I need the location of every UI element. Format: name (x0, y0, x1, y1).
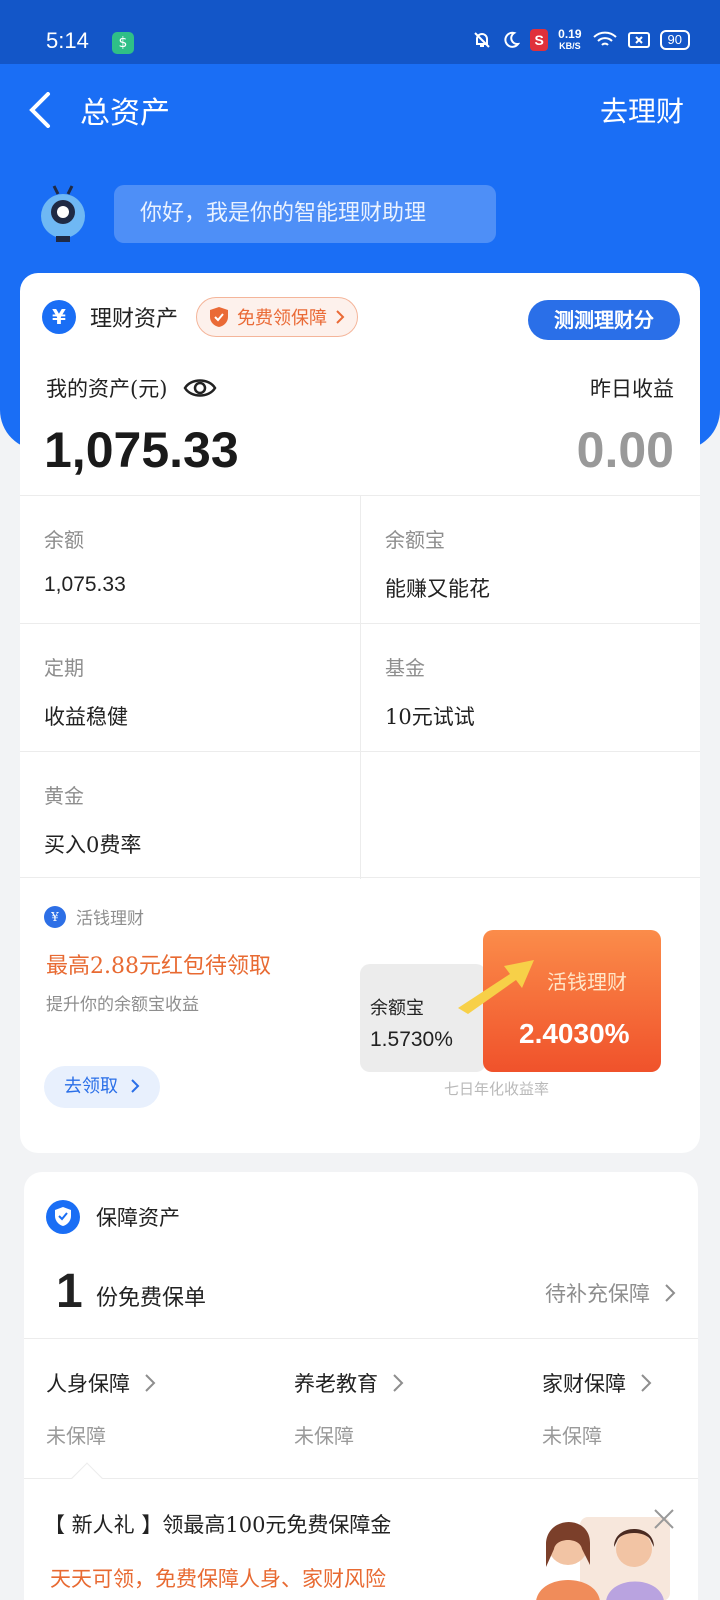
asset-label: 黄金 (44, 784, 84, 808)
assistant-greeting[interactable]: 你好，我是你的智能理财助理 (114, 185, 496, 243)
chevron-right-icon (393, 1374, 404, 1392)
promo-subtitle: 提升你的余额宝收益 (46, 995, 199, 1015)
insurance-item-label: 家财保障 (542, 1372, 626, 1396)
asset-fund[interactable]: 基金 10元试试 (360, 624, 700, 751)
security-app-icon: S (530, 29, 549, 51)
pending-coverage-link[interactable]: 待补充保障 (545, 1278, 676, 1308)
asset-balance[interactable]: 余额 1,075.33 (20, 496, 360, 623)
new-user-gift-banner[interactable]: 【 新人礼 】领最高100元免费保障金 天天可领，免费保障人身、家财风险 (24, 1462, 698, 1600)
flexible-rate-value: 2.4030% (519, 1018, 630, 1049)
free-coverage-badge[interactable]: 免费领保障 (196, 297, 359, 337)
insurance-item-label: 人身保障 (46, 1372, 130, 1396)
assistant-robot-icon[interactable] (36, 184, 90, 244)
asset-value: 1,075.33 (44, 573, 126, 596)
asset-label: 定期 (44, 656, 84, 680)
insurance-item-status: 未保障 (294, 1424, 354, 1448)
my-assets-label-row: 我的资产(元) (46, 373, 217, 403)
shield-icon (210, 307, 229, 327)
claim-button-label: 去领取 (64, 1076, 118, 1097)
status-bar: 5:14 $ S 0.19 KB/S 90 (0, 0, 720, 64)
asset-label: 余额 (44, 528, 84, 552)
banner-subtitle: 天天可领，免费保障人身、家财风险 (50, 1567, 386, 1591)
insurance-item-header: 人身保障 (46, 1368, 156, 1398)
asset-value: 10元试试 (385, 705, 475, 729)
navigation-bar: 总资产 去理财 (0, 64, 720, 154)
flexible-rate-label: 活钱理财 (547, 970, 627, 994)
asset-grid: 余额 1,075.33 余额宝 能赚又能花 定期 收益稳健 基金 10元试试 黄… (20, 495, 700, 879)
asset-value: 收益稳健 (44, 705, 128, 729)
asset-label: 余额宝 (385, 528, 445, 552)
chevron-right-icon (131, 1079, 140, 1093)
insurance-title: 保障资产 (96, 1206, 180, 1230)
asset-fixed-term[interactable]: 定期 收益稳健 (20, 624, 360, 751)
insurance-item-label: 养老教育 (294, 1372, 378, 1396)
moon-icon (504, 31, 521, 48)
insurance-item-status: 未保障 (542, 1424, 602, 1448)
promo-brand-row: ¥ 活钱理财 (44, 904, 144, 929)
chevron-right-icon (336, 310, 345, 324)
speed-value: 0.19 (558, 27, 582, 41)
bell-off-icon (474, 32, 490, 48)
eye-icon[interactable] (183, 376, 217, 400)
chevron-right-icon (641, 1374, 652, 1392)
free-coverage-label: 免费领保障 (237, 308, 328, 329)
yuebao-rate-label: 余额宝 (370, 998, 424, 1019)
flexible-wealth-promo: ¥ 活钱理财 最高2.88元红包待领取 提升你的余额宝收益 去领取 余额宝 1.… (20, 877, 700, 1153)
battery-indicator: 90 (659, 30, 690, 50)
promo-title: 最高2.88元红包待领取 (46, 954, 271, 979)
insurance-item-status: 未保障 (46, 1424, 106, 1448)
close-icon[interactable] (652, 1507, 676, 1531)
network-speed: 0.19 KB/S (558, 28, 581, 52)
status-icons: S 0.19 KB/S 90 (472, 28, 690, 52)
total-assets-value: 1,075.33 (44, 422, 239, 478)
status-time: 5:14 (46, 28, 89, 53)
chevron-right-icon (145, 1374, 156, 1392)
speed-unit: KB/S (559, 41, 581, 51)
chevron-right-icon (665, 1284, 676, 1302)
insurance-item-header: 养老教育 (294, 1368, 404, 1398)
coin-icon: ¥ (44, 905, 66, 928)
claim-button[interactable]: 去领取 (44, 1066, 160, 1108)
yesterday-earnings-value: 0.00 (576, 422, 674, 478)
promo-brand: 活钱理财 (76, 909, 144, 929)
seven-day-yield-note: 七日年化收益率 (444, 1080, 550, 1098)
test-score-button[interactable]: 测测理财分 (528, 300, 680, 340)
page-title: 总资产 (80, 96, 170, 131)
pending-coverage-label: 待补充保障 (545, 1282, 650, 1306)
asset-label: 基金 (385, 656, 425, 680)
asset-yuebao[interactable]: 余额宝 能赚又能花 (360, 496, 700, 623)
insurance-header: 保障资产 (46, 1200, 180, 1234)
asset-empty (360, 752, 700, 879)
screen-record-icon (627, 32, 650, 48)
asset-value: 买入0费率 (44, 833, 142, 857)
asset-gold[interactable]: 黄金 买入0费率 (20, 752, 360, 879)
policy-count-label[interactable]: 份免费保单 (96, 1280, 206, 1312)
asset-row: 余额 1,075.33 余额宝 能赚又能花 (20, 495, 700, 623)
back-arrow-icon[interactable] (26, 92, 56, 128)
banner-title: 【 新人礼 】领最高100元免费保障金 (44, 1513, 392, 1537)
asset-value: 能赚又能花 (385, 577, 490, 601)
app-notification-icon: $ (112, 32, 134, 54)
shield-check-icon (46, 1200, 80, 1234)
divider (24, 1338, 698, 1339)
insurance-personal[interactable]: 人身保障 未保障 (46, 1368, 156, 1449)
wealth-title: 理财资产 (90, 307, 179, 332)
yen-icon: ¥ (42, 300, 76, 334)
wealth-assets-card: ¥ 理财资产 免费领保障 测测理财分 我的资产(元) 昨日收益 1,075.33… (20, 273, 700, 1153)
asset-row: 定期 收益稳健 基金 10元试试 (20, 623, 700, 751)
insurance-item-header: 家财保障 (542, 1368, 652, 1398)
yesterday-earnings-label: 昨日收益 (590, 377, 674, 401)
yuebao-rate-value: 1.5730% (370, 1028, 453, 1051)
insurance-retirement-education[interactable]: 养老教育 未保障 (294, 1368, 404, 1449)
asset-row: 黄金 买入0费率 (20, 751, 700, 879)
insurance-home-property[interactable]: 家财保障 未保障 (542, 1368, 652, 1449)
policy-count: 1 (56, 1265, 83, 1318)
wealth-header: ¥ 理财资产 免费领保障 (42, 297, 359, 337)
my-assets-label: 我的资产(元) (46, 377, 168, 401)
wifi-icon (592, 31, 617, 46)
go-invest-link[interactable]: 去理财 (600, 90, 684, 130)
growth-arrow-icon (458, 960, 534, 1014)
